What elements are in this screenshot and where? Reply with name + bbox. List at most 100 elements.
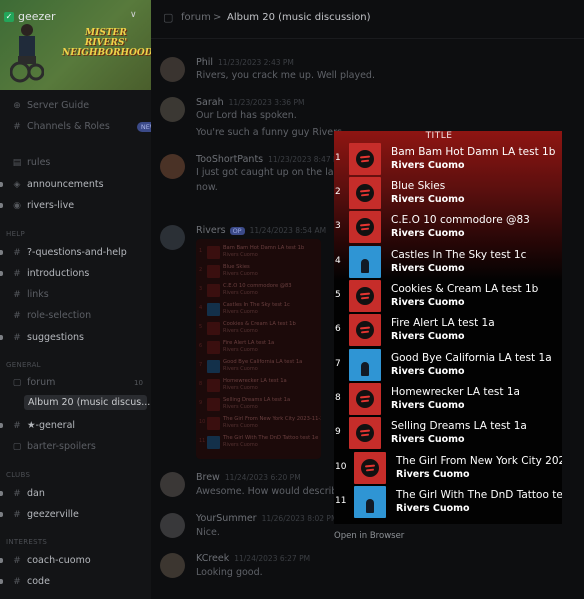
message-author[interactable]: Sarah	[196, 97, 224, 108]
track-artist: Rivers Cuomo	[391, 366, 465, 377]
message-author[interactable]: Rivers	[196, 225, 226, 236]
hash-icon: #	[13, 576, 21, 587]
category-general[interactable]: GENERAL	[6, 361, 41, 369]
track-row[interactable]: 8 Homewrecker LA test 1a Rivers Cuomo	[334, 383, 562, 415]
embedded-playlist-preview[interactable]: 1 Bam Bam Hot Damn LA test 1b Rivers Cuomo…	[196, 239, 321, 459]
avatar[interactable]	[160, 553, 185, 578]
track-row[interactable]: 6 Fire Alert LA test 1a Rivers Cuomo	[334, 314, 562, 346]
spotify-icon	[207, 265, 220, 278]
category-help[interactable]: HELP	[6, 230, 25, 238]
thread-album-20[interactable]: Album 20 (music discus...	[24, 395, 150, 410]
avatar[interactable]	[160, 513, 185, 538]
message-author[interactable]: Brew	[196, 472, 220, 483]
forum-icon: ▢	[163, 11, 174, 24]
server-name[interactable]: ✓ geezer	[4, 10, 56, 23]
message-text: Looking good.	[196, 567, 263, 578]
spotify-icon	[207, 417, 220, 430]
spotify-icon	[207, 398, 220, 411]
list-item: 5 Cookies & Cream LA test 1b Rivers Cuomo	[199, 321, 296, 335]
chevron-down-icon[interactable]: ∨	[130, 10, 137, 20]
speaker-icon: ◉	[13, 200, 21, 211]
compass-icon: ⊕	[13, 100, 21, 111]
list-item: 10 The Girl From New York City 2023-11-2 R…	[199, 416, 321, 430]
list-item: 7 Good Bye California LA test 1a Rivers Cu…	[199, 359, 303, 373]
message-text: I just got caught up on the last fo	[196, 167, 355, 178]
thread-header: ▢ forum > Album 20 (music discussion)	[151, 0, 584, 39]
unread-indicator	[0, 203, 3, 208]
track-number: 10	[335, 462, 347, 472]
channel-geezerville[interactable]: # geezerville	[12, 509, 79, 520]
track-title: Bam Bam Hot Damn LA test 1b	[391, 146, 556, 158]
track-artist: Rivers Cuomo	[391, 160, 465, 171]
track-row[interactable]: 7 Good Bye California LA test 1a Rivers …	[334, 349, 562, 381]
channel-general[interactable]: # ★-general	[12, 420, 75, 431]
message-author[interactable]: TooShortPants	[196, 154, 263, 165]
channel-coach-cuomo[interactable]: # coach-cuomo	[12, 555, 90, 566]
avatar[interactable]	[160, 225, 185, 250]
playlist-panel: TITLE 1 Bam Bam Hot Damn LA test 1b Rive…	[334, 131, 562, 524]
track-title: Fire Alert LA test 1a	[391, 317, 495, 329]
channel-forum[interactable]: ▢ forum	[12, 377, 56, 388]
avatar[interactable]	[160, 154, 185, 179]
sidebar-item-server-guide[interactable]: ⊕ Server Guide	[12, 100, 89, 111]
channel-rivers-live[interactable]: ◉ rivers-live	[12, 200, 74, 211]
sidebar-item-channels-roles[interactable]: # Channels & Roles NEW	[12, 121, 151, 132]
unread-indicator	[0, 579, 3, 584]
track-title: Good Bye California LA test 1a	[391, 352, 552, 364]
channel-barter-spoilers[interactable]: ▢ barter-spoilers	[12, 441, 96, 452]
message-text: You're such a funny guy Rivers.	[196, 127, 345, 138]
channel-rules[interactable]: ▤ rules	[12, 157, 51, 168]
spotify-icon	[207, 379, 220, 392]
message-text: Our Lord has spoken.	[196, 110, 297, 121]
channel-announcements[interactable]: ◈ announcements	[12, 179, 104, 190]
avatar[interactable]	[160, 97, 185, 122]
channel-suggestions[interactable]: # suggestions	[12, 332, 84, 343]
hash-icon: #	[13, 488, 21, 499]
page-title: Album 20 (music discussion)	[227, 12, 371, 23]
track-row[interactable]: 4 Castles In The Sky test 1c Rivers Cuom…	[334, 246, 562, 278]
channel-links[interactable]: # links	[12, 289, 49, 300]
message-author[interactable]: Phil	[196, 57, 213, 68]
track-number: 7	[335, 359, 341, 369]
channel-questions-and-help[interactable]: # ?-questions-and-help	[12, 247, 127, 258]
track-title: C.E.O 10 commodore @83	[391, 214, 530, 226]
track-artist: Rivers Cuomo	[391, 400, 465, 411]
forum-icon: ▢	[12, 441, 22, 452]
list-item: 6 Fire Alert LA test 1a Rivers Cuomo	[199, 340, 275, 354]
channel-role-selection[interactable]: # role-selection	[12, 310, 91, 321]
hash-icon: #	[13, 509, 21, 520]
track-row[interactable]: 2 Blue Skies Rivers Cuomo	[334, 177, 562, 209]
list-item: 11 The Girl With The DnD Tattoo test 1e Ri…	[199, 435, 319, 449]
open-in-browser-link[interactable]: Open in Browser	[334, 531, 404, 541]
spotify-icon	[349, 383, 381, 415]
track-row[interactable]: 10 The Girl From New York City 2023-11-2…	[334, 452, 562, 484]
avatar[interactable]	[160, 472, 185, 497]
message-timestamp: 11/23/2023 8:47 PM	[268, 155, 344, 164]
message-author[interactable]: YourSummer	[196, 513, 257, 524]
message-author[interactable]: KCreek	[196, 553, 229, 564]
channel-dan[interactable]: # dan	[12, 488, 45, 499]
breadcrumb-forum[interactable]: forum	[181, 12, 211, 23]
track-row[interactable]: 1 Bam Bam Hot Damn LA test 1b Rivers Cuo…	[334, 143, 562, 175]
category-clubs[interactable]: CLUBS	[6, 471, 30, 479]
banner-logo: MISTER RIVERS' NEIGHBORHOOD	[62, 28, 151, 58]
new-badge: NEW	[136, 121, 151, 132]
track-title: Homewrecker LA test 1a	[391, 386, 520, 398]
track-row[interactable]: 3 C.E.O 10 commodore @83 Rivers Cuomo	[334, 211, 562, 243]
track-artist: Rivers Cuomo	[391, 194, 465, 205]
playlist-column-title: TITLE	[425, 131, 453, 141]
track-row[interactable]: 5 Cookies & Cream LA test 1b Rivers Cuom…	[334, 280, 562, 312]
unread-indicator	[0, 271, 3, 276]
track-row[interactable]: 9 Selling Dreams LA test 1a Rivers Cuomo	[334, 417, 562, 449]
avatar[interactable]	[160, 57, 185, 82]
message-text: Nice.	[196, 527, 220, 538]
track-row[interactable]: 11 The Girl With The DnD Tattoo test 1e …	[334, 486, 562, 518]
category-interests[interactable]: INTERESTS	[6, 538, 47, 546]
spotify-icon	[349, 314, 381, 346]
track-title: The Girl From New York City 2023-11-2	[396, 455, 562, 467]
channel-introductions[interactable]: # introductions	[12, 268, 89, 279]
channel-code[interactable]: # code	[12, 576, 50, 587]
rider-figure-icon	[10, 24, 44, 83]
track-artist: Rivers Cuomo	[391, 263, 465, 274]
track-artist: Rivers Cuomo	[391, 331, 465, 342]
